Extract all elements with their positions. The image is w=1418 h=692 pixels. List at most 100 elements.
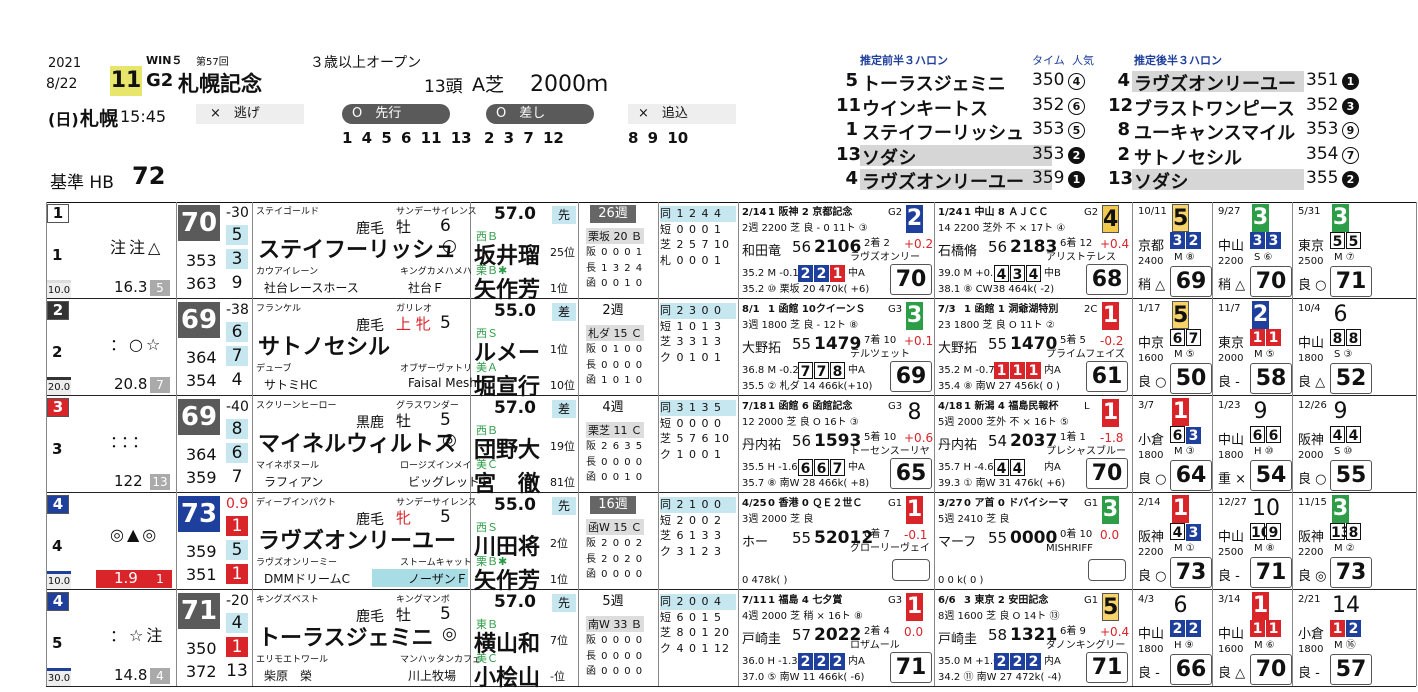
margin: 0着 10 — [1060, 529, 1093, 540]
finish-rank: 3 — [1102, 496, 1119, 524]
pace-detail: 35.2 M -0.7 — [938, 365, 995, 376]
pace-detail: 39.0 M +0.1 — [938, 268, 1000, 279]
time-diff: 0.0 — [904, 625, 924, 639]
pace-time: 352 — [1306, 94, 1339, 115]
standard-label: 基準 HB — [50, 173, 114, 193]
record-line: 同 1 2 4 4 — [660, 206, 736, 222]
edition: 第57回 — [196, 57, 229, 68]
corner-pos: 7 — [830, 459, 845, 477]
record-line: 短 0 0 0 0 — [660, 416, 722, 430]
corner-pos: 2 — [798, 265, 813, 282]
record-list: 同 2 1 0 0短 2 0 0 2 芝 6 1 3 3 ク 3 1 2 3 — [660, 497, 736, 559]
distance: 1800 — [1138, 450, 1164, 461]
venue: 阪神 — [1138, 530, 1165, 545]
popularity: 7 — [150, 377, 170, 393]
name-mark: ○ — [442, 236, 457, 256]
race-date: 7/18 — [742, 401, 767, 412]
track-condition: 良 ○ — [1138, 375, 1167, 390]
track-condition: 良 - — [1218, 569, 1240, 584]
race-detail: 5週 2000 芝外 不 × 16ト ⑤ — [938, 417, 1069, 428]
pace-horse-name: ウインキートス — [862, 98, 988, 120]
track-condition: 良 ◎ — [1298, 569, 1327, 584]
pace-detail: 36.8 M -0.2 — [742, 365, 799, 376]
distance: 2400 — [1138, 256, 1164, 267]
past-weight: 55 — [988, 335, 1008, 353]
first-half-value: 350 — [186, 639, 217, 658]
position-tag: 中A — [848, 268, 865, 279]
owner: サトミHC — [264, 378, 318, 392]
dam: マイネポヌール — [256, 461, 320, 471]
corner-pos: 2 — [1170, 620, 1185, 637]
rating-diff: -20 — [226, 593, 249, 609]
race-detail: 14 2200 芝外 不 × 17ト ④ — [938, 223, 1066, 234]
race-date: 3/7 — [1138, 400, 1155, 411]
pace-mark: M ⑧ — [1254, 543, 1275, 554]
race-detail: 12 2000 芝 良 O 16ト ③ — [742, 417, 859, 428]
corner-pos: 9 — [1266, 523, 1281, 541]
pace-horse-no: 13 — [1108, 168, 1134, 189]
winner: ロザムール — [850, 640, 900, 651]
speed-figure: 54 — [1250, 460, 1292, 491]
pace-mark: M ⑤ — [1254, 349, 1275, 360]
record-line: 函 0 0 0 0 — [586, 666, 644, 677]
jockey-rank: 19位 — [550, 440, 575, 453]
speed-figure: 70 — [1250, 654, 1292, 685]
first-half-value: 364 — [186, 445, 217, 464]
past-jockey: 大野拓 — [938, 341, 978, 356]
time-header: タイム — [1032, 54, 1065, 67]
rating-diff: -30 — [226, 205, 249, 221]
position-tag: 中A — [848, 462, 865, 473]
margin: 6着 12 — [1060, 238, 1093, 249]
speed-figure: 52 — [1330, 363, 1372, 394]
pace-pop: 6 — [1068, 97, 1085, 115]
venue: 札幌 — [80, 108, 119, 130]
corner-pos: 2 — [798, 653, 813, 670]
rating-rank: 6 — [226, 322, 248, 342]
pace-mark: H ⑨ — [1174, 640, 1194, 651]
weight-tag: 30.0 — [47, 668, 71, 686]
corner-pos: 10 — [1250, 523, 1271, 541]
distance: 2200 — [1218, 256, 1244, 267]
rating-diff: -40 — [226, 399, 249, 415]
venue: 小倉 — [1298, 627, 1325, 642]
horse-number: 4 — [52, 537, 63, 555]
corner-positions: 63 — [1170, 426, 1202, 445]
sashi-horses: 2 3 7 12 — [484, 129, 564, 147]
rating-rank: 8 — [226, 419, 248, 439]
past-jockey: 戸崎圭 — [742, 632, 782, 647]
race-date: 11/15 — [1298, 497, 1327, 508]
corner-pos: 3 — [1186, 427, 1201, 444]
odds: 122 — [114, 472, 143, 490]
training-info: 37.0 ⑤ 南W 11 466k( -6) — [742, 672, 865, 683]
training-stat: 函W 15 Ｃ — [586, 519, 644, 535]
name-mark: ◎ — [442, 624, 457, 644]
dam-sire-2: キングカメハメハ — [400, 267, 472, 277]
corner-positions: 33 — [1250, 232, 1282, 250]
record-line: 短 0 0 0 1 — [660, 222, 722, 236]
speed-figure: 64 — [1170, 460, 1212, 491]
speed-figure: 70 — [890, 264, 932, 295]
corner-pos: 3 — [1170, 232, 1185, 249]
venue: 小倉 — [1138, 433, 1165, 448]
corner-pos: 1 — [1010, 362, 1025, 379]
corner-pos: 5 — [1330, 232, 1345, 250]
horse-name: ラヴズオンリーユー — [258, 529, 457, 554]
track-condition: 良 △ — [1218, 666, 1246, 681]
race-date: 12/26 — [1298, 400, 1327, 411]
weight-tag: 20.0 — [47, 377, 71, 395]
race-date: 1/23 — [1218, 400, 1241, 411]
record-line: 芝 5 7 6 10 — [660, 432, 730, 445]
jockey-rank: 7位 — [550, 634, 568, 647]
race-grade: G2 — [146, 70, 174, 91]
corner-pos: 7 — [798, 362, 813, 380]
venue: 中山 — [1298, 336, 1325, 351]
pace-pop: 7 — [1342, 146, 1359, 164]
winner: プライムフェイズ — [1046, 349, 1125, 360]
record-list: 同 3 1 3 5短 0 0 0 0 芝 5 7 6 10 ク 1 0 0 1 — [660, 400, 736, 462]
race-grade: G1 — [888, 498, 903, 509]
corner-pos: 2 — [1026, 653, 1041, 670]
pace-pop: 4 — [1068, 73, 1085, 90]
race-grade: G3 — [888, 595, 903, 606]
dam-sire-2: ストームキャット — [400, 558, 472, 568]
past-jockey: 丹内祐 — [938, 438, 978, 453]
